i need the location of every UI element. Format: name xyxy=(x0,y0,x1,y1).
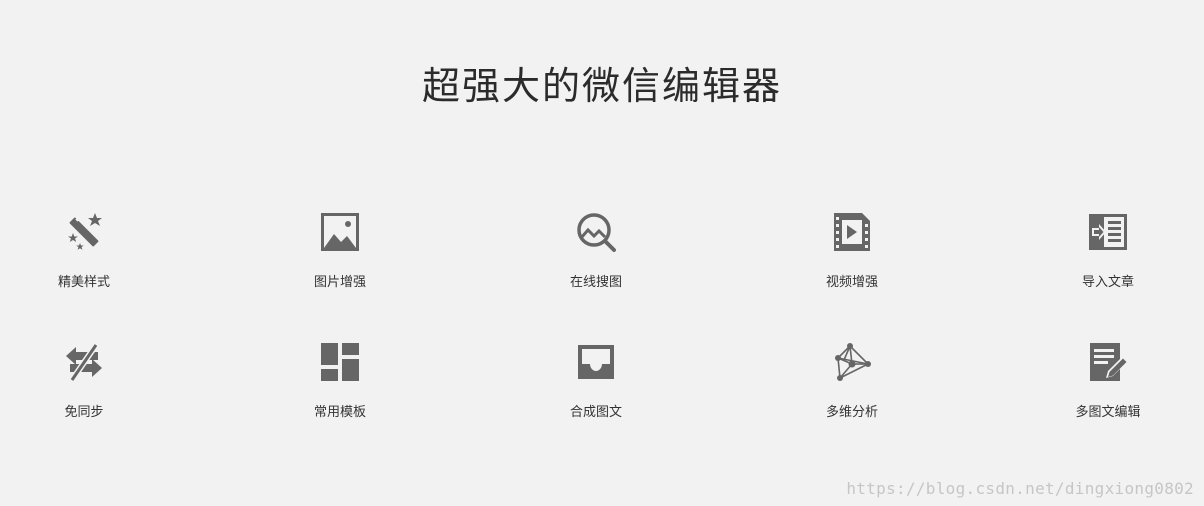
feature-row-1: 精美样式 图片增强 在线搜图 视频增强 导入文章 xyxy=(0,200,1204,330)
video-icon xyxy=(830,210,874,254)
feature-multi-analysis[interactable]: 多维分析 xyxy=(792,330,912,422)
feature-label: 视频增强 xyxy=(825,275,878,290)
network-analysis-icon xyxy=(830,340,874,384)
feature-label: 精美样式 xyxy=(57,275,110,290)
feature-multi-article-edit[interactable]: 多图文编辑 xyxy=(1048,330,1168,422)
feature-label: 多图文编辑 xyxy=(1075,405,1141,420)
import-article-icon xyxy=(1086,210,1130,254)
feature-common-templates[interactable]: 常用模板 xyxy=(280,330,400,422)
feature-online-image-search[interactable]: 在线搜图 xyxy=(536,200,656,292)
feature-row-2: 免同步 常用模板 合成图文 多维分析 多图文编辑 xyxy=(0,330,1204,460)
feature-compose-article[interactable]: 合成图文 xyxy=(536,330,656,422)
watermark: https://blog.csdn.net/dingxiong0802 xyxy=(846,479,1194,498)
inbox-tray-icon xyxy=(574,340,618,384)
feature-label: 多维分析 xyxy=(825,405,878,420)
feature-label: 合成图文 xyxy=(569,405,622,420)
feature-label: 免同步 xyxy=(64,405,104,420)
feature-import-article[interactable]: 导入文章 xyxy=(1048,200,1168,292)
feature-fine-styles[interactable]: 精美样式 xyxy=(24,200,144,292)
image-search-icon xyxy=(574,210,618,254)
image-icon xyxy=(318,210,362,254)
feature-label: 常用模板 xyxy=(313,405,366,420)
page-title: 超强大的微信编辑器 xyxy=(421,64,782,108)
sync-disabled-icon xyxy=(62,340,106,384)
feature-label: 在线搜图 xyxy=(569,275,622,290)
document-edit-icon xyxy=(1086,340,1130,384)
feature-grid: 精美样式 图片增强 在线搜图 视频增强 导入文章 免同步 常用模板 合成图文 多… xyxy=(0,200,1204,460)
feature-image-enhance[interactable]: 图片增强 xyxy=(280,200,400,292)
feature-no-sync[interactable]: 免同步 xyxy=(24,330,144,422)
magic-wand-icon xyxy=(62,210,106,254)
feature-label: 导入文章 xyxy=(1081,275,1134,290)
template-dashboard-icon xyxy=(318,340,362,384)
feature-label: 图片增强 xyxy=(313,275,366,290)
feature-video-enhance[interactable]: 视频增强 xyxy=(792,200,912,292)
